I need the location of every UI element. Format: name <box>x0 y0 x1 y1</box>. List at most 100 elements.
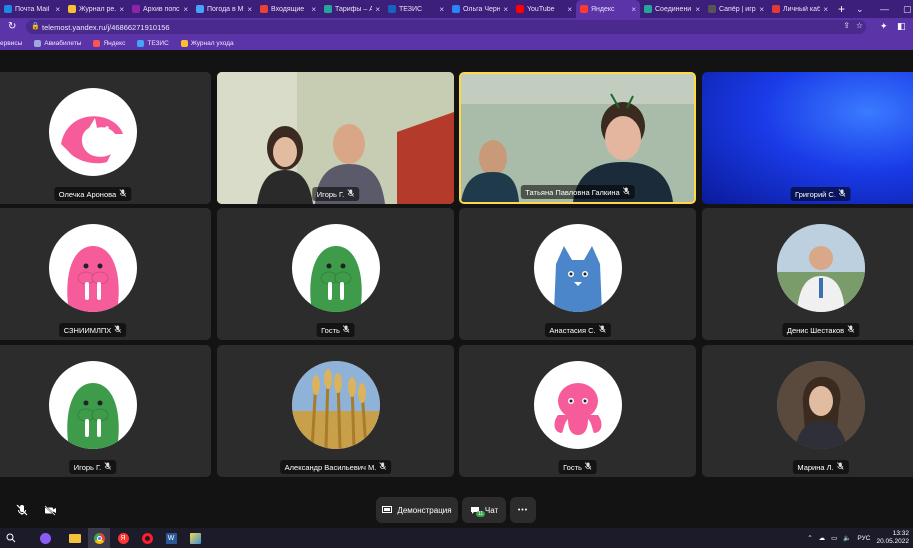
language-indicator[interactable]: РУС <box>857 535 870 542</box>
system-tray: ⌃ ☁ ▭ 🔈 РУС 13:32 20.05.2022 <box>807 528 909 548</box>
muted-mic-icon <box>839 189 846 199</box>
minimize-icon[interactable]: — <box>880 0 889 18</box>
participant-name-label: Олечка Аронова <box>53 187 132 201</box>
tray-expand-icon[interactable]: ⌃ <box>807 534 812 542</box>
participant-tile[interactable]: Григорий С. <box>702 72 913 204</box>
bookmark-label: Журнал ухода <box>190 39 234 47</box>
browser-tab[interactable]: Яндекс × <box>576 0 640 18</box>
browser-tab[interactable]: Входящие × <box>256 0 320 18</box>
tab-favicon-icon <box>388 5 396 13</box>
participant-tile[interactable]: СЗНИИМЛПХ <box>0 208 211 340</box>
opera-icon[interactable] <box>136 528 158 548</box>
browser-tab[interactable]: Соединени × <box>640 0 704 18</box>
participant-tile[interactable]: Анастасия С. <box>459 208 696 340</box>
tab-favicon-icon <box>68 5 76 13</box>
chrome-icon[interactable] <box>88 528 110 548</box>
participant-name: Марина Л. <box>797 462 834 472</box>
participant-name: Татьяна Павловна Галкина <box>525 187 620 197</box>
participant-name: Денис Шестаков <box>786 325 845 335</box>
bookmark-item[interactable]: Журнал ухода <box>180 39 234 47</box>
tab-close-icon[interactable]: × <box>247 5 252 14</box>
screen-share-button[interactable]: Демонстрация <box>376 497 458 523</box>
tab-close-icon[interactable]: × <box>567 5 572 14</box>
participant-tile[interactable]: Марина Л. <box>702 345 913 477</box>
tab-favicon-icon <box>516 5 524 13</box>
mute-microphone-button[interactable] <box>10 497 34 523</box>
participant-tile[interactable]: Гость <box>217 208 454 340</box>
browser-tab[interactable]: Погода в М × <box>192 0 256 18</box>
tab-close-icon[interactable]: × <box>183 5 188 14</box>
tab-close-icon[interactable]: × <box>375 5 380 14</box>
bookmark-star-icon[interactable]: ☆ <box>856 21 863 30</box>
camera-off-icon <box>43 504 56 516</box>
participant-name: Олечка Аронова <box>58 189 117 199</box>
participant-tile[interactable]: Гость <box>459 345 696 477</box>
tab-close-icon[interactable]: × <box>119 5 124 14</box>
tab-close-icon[interactable]: × <box>695 5 700 14</box>
tab-close-icon[interactable]: × <box>823 5 828 14</box>
browser-tab[interactable]: Тарифы – А × <box>320 0 384 18</box>
tab-favicon-icon <box>4 5 12 13</box>
meeting-controls: Демонстрация 11 Чат ••• <box>376 497 536 523</box>
participant-tile[interactable]: Татьяна Павловна Галкина <box>459 72 696 204</box>
bookmark-item[interactable]: ТЕЗИС <box>137 39 169 47</box>
clock-time: 13:32 <box>892 530 909 537</box>
participant-tile[interactable]: Игорь Г. <box>0 345 211 477</box>
chat-button[interactable]: 11 Чат <box>462 497 506 523</box>
participant-tile[interactable]: Игорь Г. <box>217 72 454 204</box>
alice-assistant-icon[interactable] <box>34 528 56 548</box>
share-icon[interactable]: ⇪ <box>843 21 850 30</box>
browser-tab[interactable]: Журнал ре... × <box>64 0 128 18</box>
extensions-icon[interactable]: ✦ <box>880 21 888 32</box>
tab-close-icon[interactable]: × <box>631 5 636 14</box>
more-icon: ••• <box>517 506 529 514</box>
tab-close-icon[interactable]: × <box>439 5 444 14</box>
onedrive-icon[interactable]: ☁ <box>819 534 826 542</box>
browser-tab[interactable]: Почта Mail × <box>0 0 64 18</box>
browser-tab[interactable]: Ольга Черн × <box>448 0 512 18</box>
browser-tab[interactable]: YouTube × <box>512 0 576 18</box>
tab-label: Почта Mail <box>15 5 50 13</box>
tab-close-icon[interactable]: × <box>55 5 60 14</box>
camera-off-button[interactable] <box>38 497 62 523</box>
new-tab-button[interactable]: + <box>832 2 851 16</box>
sidebar-icon[interactable]: ◧ <box>897 21 906 32</box>
bookmark-item[interactable]: Яндекс <box>93 39 126 47</box>
tab-favicon-icon <box>772 5 780 13</box>
tab-label: Яндекс <box>591 5 615 13</box>
screen-share-label: Демонстрация <box>397 505 452 515</box>
walrus-icon <box>291 224 380 312</box>
yandex-browser-icon[interactable]: Я <box>112 528 134 548</box>
clock[interactable]: 13:32 20.05.2022 <box>876 530 909 546</box>
video-grid: Олечка Аронова Игорь Г. Татьяна Павловна… <box>0 50 913 528</box>
search-icon[interactable] <box>0 528 22 548</box>
walrus-icon <box>48 361 137 449</box>
maximize-icon[interactable]: ▢ <box>903 0 912 18</box>
tab-close-icon[interactable]: × <box>759 5 764 14</box>
dolphin-icon <box>48 88 137 176</box>
bookmark-item[interactable]: Авиабилеты <box>34 39 81 47</box>
tab-search-icon[interactable]: ⌄ <box>856 0 864 18</box>
tab-close-icon[interactable]: × <box>311 5 316 14</box>
browser-tab[interactable]: Личный каб × <box>768 0 832 18</box>
bookmark-item[interactable]: ервисы <box>0 40 22 47</box>
participant-tile[interactable]: Олечка Аронова <box>0 72 211 204</box>
browser-tab[interactable]: ТЕЗИС × <box>384 0 448 18</box>
url-text: telemost.yandex.ru/j/46866271910156 <box>42 22 170 32</box>
tab-close-icon[interactable]: × <box>503 5 508 14</box>
network-icon[interactable]: ▭ <box>831 534 837 542</box>
browser-tab[interactable]: Сапёр | игр × <box>704 0 768 18</box>
volume-icon[interactable]: 🔈 <box>843 534 851 542</box>
participant-tile[interactable]: Денис Шестаков <box>702 208 913 340</box>
browser-tab[interactable]: Архив попс × <box>128 0 192 18</box>
paint-icon[interactable] <box>184 528 206 548</box>
url-field[interactable]: 🔒 telemost.yandex.ru/j/46866271910156 ⇪ … <box>26 20 866 34</box>
address-bar: ↻ 🔒 telemost.yandex.ru/j/46866271910156 … <box>0 18 913 36</box>
file-explorer-icon[interactable] <box>64 528 86 548</box>
more-options-button[interactable]: ••• <box>510 497 536 523</box>
tab-label: Соединени <box>655 5 692 13</box>
bookmark-label: Яндекс <box>103 39 126 47</box>
word-icon[interactable]: W <box>160 528 182 548</box>
reload-icon[interactable]: ↻ <box>8 21 16 32</box>
participant-tile[interactable]: Александр Васильевич М. <box>217 345 454 477</box>
